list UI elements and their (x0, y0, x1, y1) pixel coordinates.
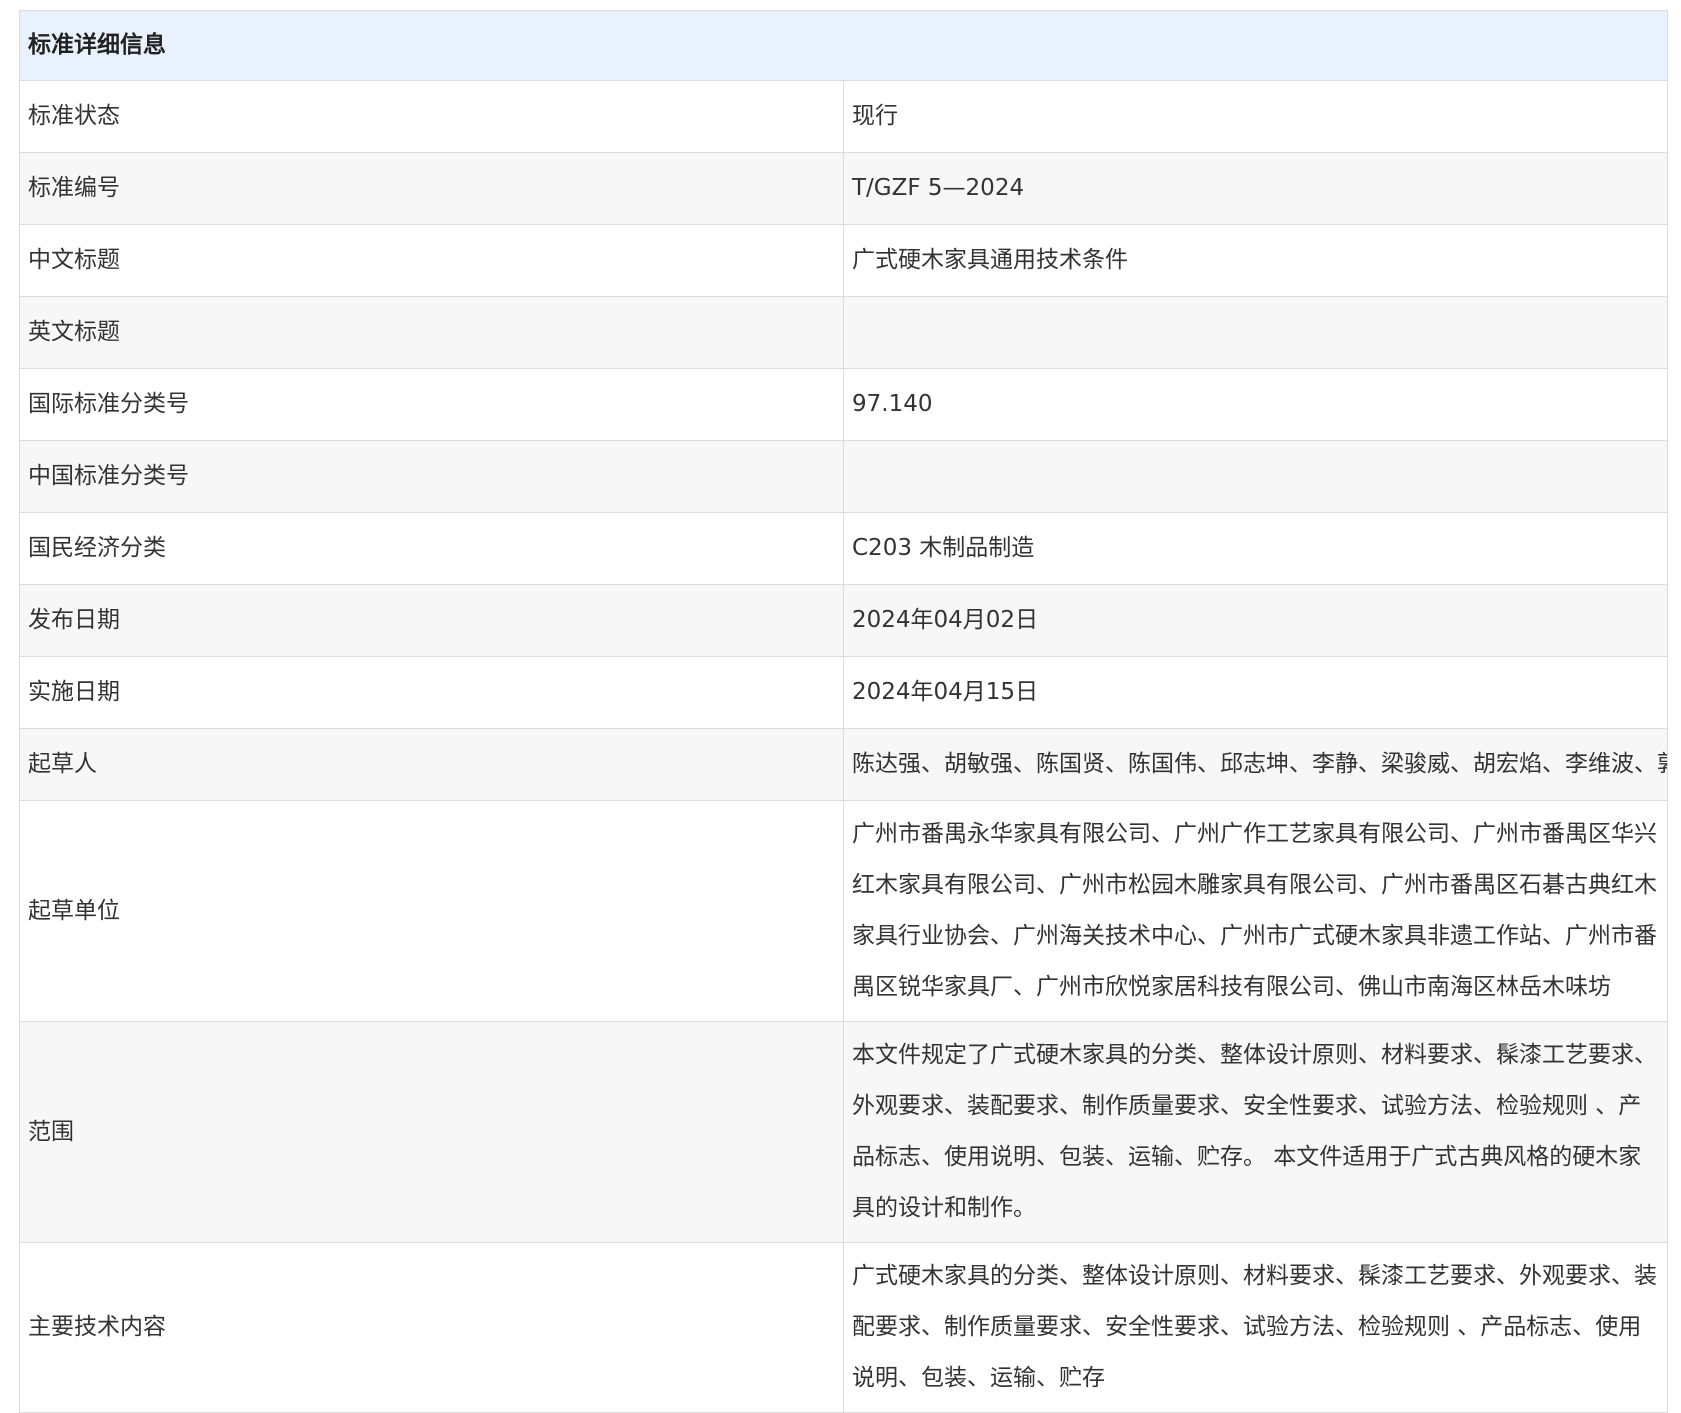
table-row-publish-date: 发布日期 2024年04月02日 (19, 584, 1668, 657)
row-value: 97.140 (843, 368, 1668, 441)
table-row-ics: 国际标准分类号 97.140 (19, 368, 1668, 441)
table-row-main-technical-content: 主要技术内容 广式硬木家具的分类、整体设计原则、材料要求、髹漆工艺要求、外观要求… (19, 1242, 1668, 1413)
row-value: 本文件规定了广式硬木家具的分类、整体设计原则、材料要求、髹漆工艺要求、外观要求、… (843, 1021, 1668, 1243)
row-label: 英文标题 (19, 296, 844, 369)
row-label: 主要技术内容 (19, 1242, 844, 1413)
row-label: 范围 (19, 1021, 844, 1243)
row-value (843, 296, 1668, 369)
table-row-drafting-units: 起草单位 广州市番禺永华家具有限公司、广州广作工艺家具有限公司、广州市番禺区华兴… (19, 800, 1668, 1022)
table-row-english-title: 英文标题 (19, 296, 1668, 369)
row-label: 中国标准分类号 (19, 440, 844, 513)
row-label: 发布日期 (19, 584, 844, 657)
row-label: 标准状态 (19, 80, 844, 153)
table-row-scope: 范围 本文件规定了广式硬木家具的分类、整体设计原则、材料要求、髹漆工艺要求、外观… (19, 1021, 1668, 1243)
row-value: T/GZF 5—2024 (843, 152, 1668, 225)
row-label: 中文标题 (19, 224, 844, 297)
row-value: 现行 (843, 80, 1668, 153)
row-value: 陈达强、胡敏强、陈国贤、陈国伟、邱志坤、李静、梁骏威、胡宏焰、李维波、郭琼、黄宇… (843, 728, 1668, 801)
table-row-status: 标准状态 现行 (19, 80, 1668, 153)
row-label: 实施日期 (19, 656, 844, 729)
row-label: 国民经济分类 (19, 512, 844, 585)
table-row-economic-classification: 国民经济分类 C203 木制品制造 (19, 512, 1668, 585)
row-label: 起草单位 (19, 800, 844, 1022)
table-row-chinese-title: 中文标题 广式硬木家具通用技术条件 (19, 224, 1668, 297)
row-value: 广州市番禺永华家具有限公司、广州广作工艺家具有限公司、广州市番禺区华兴红木家具有… (843, 800, 1668, 1022)
row-label: 标准编号 (19, 152, 844, 225)
row-value (843, 440, 1668, 513)
row-value: 2024年04月02日 (843, 584, 1668, 657)
table-row-standard-number: 标准编号 T/GZF 5—2024 (19, 152, 1668, 225)
standard-details-panel: 标准详细信息 标准状态 现行 标准编号 T/GZF 5—2024 中文标题 广式… (19, 10, 1668, 1413)
row-label: 国际标准分类号 (19, 368, 844, 441)
table-row-drafters: 起草人 陈达强、胡敏强、陈国贤、陈国伟、邱志坤、李静、梁骏威、胡宏焰、李维波、郭… (19, 728, 1668, 801)
table-header-title: 标准详细信息 (19, 10, 1668, 81)
row-value: C203 木制品制造 (843, 512, 1668, 585)
row-label: 起草人 (19, 728, 844, 801)
standard-details-table: 标准详细信息 标准状态 现行 标准编号 T/GZF 5—2024 中文标题 广式… (19, 10, 1668, 1413)
table-row-implementation-date: 实施日期 2024年04月15日 (19, 656, 1668, 729)
row-value: 广式硬木家具通用技术条件 (843, 224, 1668, 297)
row-value: 广式硬木家具的分类、整体设计原则、材料要求、髹漆工艺要求、外观要求、装配要求、制… (843, 1242, 1668, 1413)
row-value: 2024年04月15日 (843, 656, 1668, 729)
table-row-ccs: 中国标准分类号 (19, 440, 1668, 513)
